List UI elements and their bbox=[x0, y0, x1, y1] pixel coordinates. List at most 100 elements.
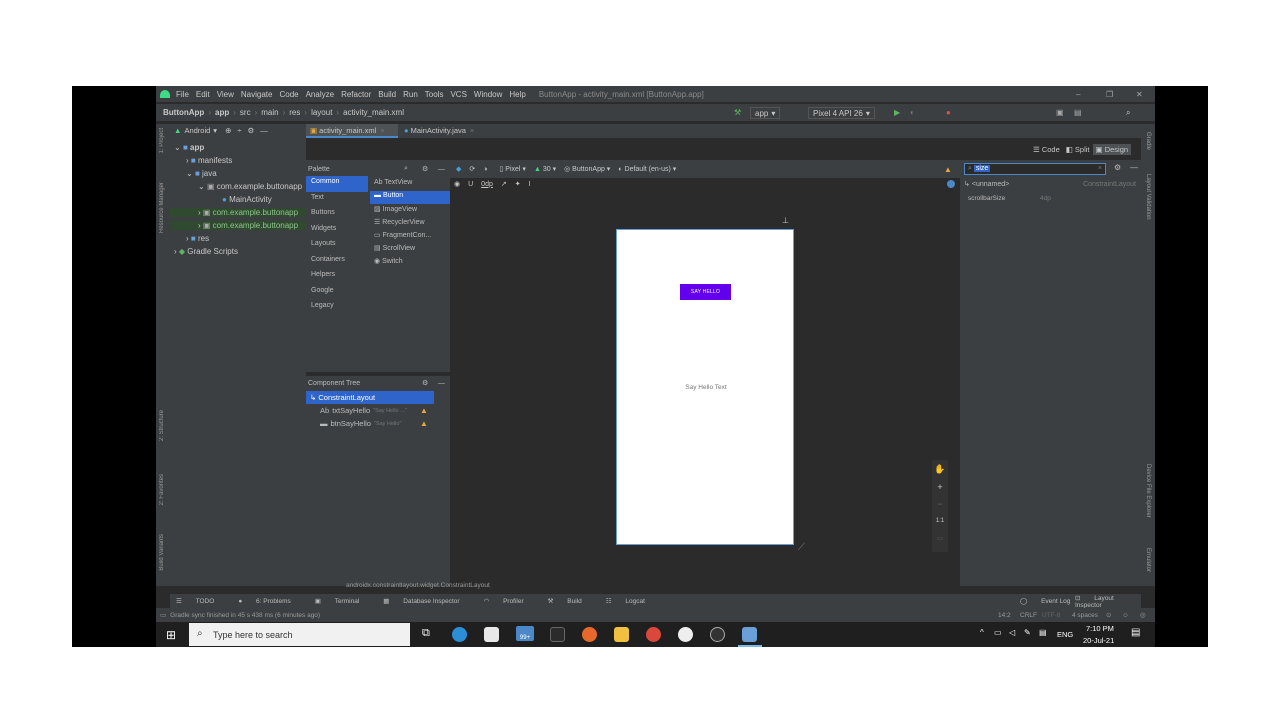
component-tree-hide-icon[interactable]: — bbox=[438, 380, 445, 387]
palette-category-containers[interactable]: Containers bbox=[306, 254, 368, 270]
locale-selector[interactable]: ◐ Default (en-us) ▾ bbox=[618, 165, 676, 173]
palette-category-common[interactable]: Common bbox=[306, 176, 368, 192]
device-file-explorer-tool-tab[interactable]: Device File Explorer bbox=[1145, 464, 1151, 518]
warning-icon[interactable]: ▲ bbox=[944, 165, 952, 174]
zoom-actual-button[interactable]: 1:1 bbox=[932, 512, 948, 530]
layout-validation-tool-tab[interactable]: Layout Validation bbox=[1145, 174, 1151, 220]
palette-widget-textview[interactable]: Ab TextView bbox=[370, 178, 450, 191]
language-indicator[interactable]: ENG bbox=[1057, 630, 1073, 639]
menu-run[interactable]: Run bbox=[403, 90, 418, 99]
attribute-value[interactable]: 4dp bbox=[1040, 195, 1051, 202]
indent-setting[interactable]: 4 spaces bbox=[1072, 612, 1098, 619]
hammer-icon[interactable]: ⚒ bbox=[734, 108, 741, 117]
tab-activity-main[interactable]: ▣ activity_main.xml × bbox=[306, 124, 398, 138]
debug-icon[interactable]: ◐ bbox=[910, 108, 915, 117]
palette-widget-imageview[interactable]: ▨ ImageView bbox=[370, 204, 450, 217]
inspector-status-icon[interactable]: ☺ bbox=[1122, 612, 1129, 619]
mail-icon[interactable]: 99+ bbox=[516, 626, 534, 641]
component-breadcrumb[interactable]: androidx.constraintlayout.widget.Constra… bbox=[346, 582, 490, 589]
warning-icon[interactable]: ▲ bbox=[420, 406, 428, 415]
palette-hide-icon[interactable]: — bbox=[438, 166, 445, 173]
file-explorer-icon[interactable] bbox=[614, 627, 629, 642]
api-selector[interactable]: ▲ 30 ▾ bbox=[534, 165, 556, 173]
taskbar-time[interactable]: 7:10 PM bbox=[1086, 624, 1114, 633]
obs-icon[interactable] bbox=[710, 627, 725, 642]
palette-category-buttons[interactable]: Buttons bbox=[306, 207, 368, 223]
palette-category-legacy[interactable]: Legacy bbox=[306, 300, 368, 316]
breadcrumb-src[interactable]: src bbox=[240, 108, 251, 117]
split-mode-button[interactable]: ◧ Split bbox=[1063, 144, 1093, 155]
volume-icon[interactable]: ◁ bbox=[1009, 628, 1015, 637]
database-inspector-tab[interactable]: ▦ Database Inspector bbox=[383, 597, 471, 605]
maximize-icon[interactable]: ❐ bbox=[1106, 90, 1113, 99]
warning-icon[interactable]: ▲ bbox=[420, 419, 428, 428]
build-tab[interactable]: ⚒ Build bbox=[548, 597, 594, 605]
minimize-icon[interactable]: – bbox=[1076, 90, 1080, 99]
palette-category-google[interactable]: Google bbox=[306, 285, 368, 301]
sdk-manager-icon[interactable]: ▣ bbox=[1056, 108, 1064, 117]
menu-refactor[interactable]: Refactor bbox=[341, 90, 371, 99]
search-everywhere-icon[interactable]: ⌕ bbox=[1126, 108, 1130, 118]
component-tree-item-txtsayhello[interactable]: Ab txtSayHello "Say Hello ..." ▲ bbox=[320, 404, 434, 417]
info-icon[interactable] bbox=[947, 180, 955, 188]
tree-item-manifests[interactable]: › ■ manifests bbox=[186, 156, 232, 165]
chrome-icon[interactable] bbox=[646, 627, 661, 642]
palette-category-layouts[interactable]: Layouts bbox=[306, 238, 368, 254]
todo-tab[interactable]: ☰ TODO bbox=[176, 597, 226, 605]
project-view-selector[interactable]: ▲ Android ▾ ⊕ ÷ ⚙ — bbox=[174, 126, 268, 135]
say-hello-text-preview[interactable]: Say Hello Text bbox=[617, 384, 795, 391]
palette-search-icon[interactable]: ⌕ bbox=[404, 165, 408, 173]
tab-mainactivity-java[interactable]: ● MainActivity.java × bbox=[400, 124, 490, 138]
code-mode-button[interactable]: ☰ Code bbox=[1030, 144, 1063, 155]
tree-item-res[interactable]: › ■ res bbox=[186, 234, 209, 243]
breadcrumb-app[interactable]: app bbox=[215, 108, 229, 117]
close-icon[interactable]: ✕ bbox=[1136, 90, 1143, 99]
avd-manager-icon[interactable]: ▤ bbox=[1074, 108, 1082, 117]
device-dropdown[interactable]: Pixel 4 API 26 ▾ bbox=[808, 107, 875, 119]
zoom-in-button[interactable]: + bbox=[932, 478, 948, 496]
structure-tool-tab[interactable]: 2: Structure bbox=[159, 410, 165, 441]
palette-category-widgets[interactable]: Widgets bbox=[306, 223, 368, 239]
palette-widget-scrollview[interactable]: ▤ ScrollView bbox=[370, 243, 450, 256]
app-icon[interactable] bbox=[678, 627, 693, 642]
tree-item-java[interactable]: ⌄ ■ java bbox=[186, 169, 217, 178]
attributes-hide-icon[interactable]: — bbox=[1130, 163, 1138, 172]
pan-icon[interactable]: ✋ bbox=[932, 460, 948, 478]
palette-category-text[interactable]: Text bbox=[306, 192, 368, 208]
night-mode-icon[interactable]: ◑ bbox=[483, 166, 487, 173]
menu-build[interactable]: Build bbox=[378, 90, 396, 99]
breadcrumb-project[interactable]: ButtonApp bbox=[163, 108, 204, 117]
logcat-tab[interactable]: ☷ Logcat bbox=[606, 597, 657, 605]
pen-icon[interactable]: ✎ bbox=[1024, 628, 1031, 637]
palette-settings-icon[interactable]: ⚙ bbox=[422, 165, 428, 173]
palette-widget-button[interactable]: ▬ Button bbox=[370, 191, 450, 204]
line-separator[interactable]: CRLF bbox=[1020, 612, 1037, 619]
clear-constraints-icon[interactable]: ↗ bbox=[501, 180, 507, 188]
build-variants-tool-tab[interactable]: Build Variants bbox=[159, 534, 165, 571]
resize-handle-icon[interactable]: ⟋ bbox=[798, 542, 805, 553]
stop-icon[interactable]: ● bbox=[946, 108, 951, 117]
hide-panel-icon[interactable]: — bbox=[260, 126, 268, 135]
phone-preview[interactable]: SAY HELLO Say Hello Text bbox=[616, 229, 794, 545]
component-tree-settings-icon[interactable]: ⚙ bbox=[422, 379, 428, 387]
magnet-icon[interactable]: U bbox=[468, 181, 473, 188]
menu-edit[interactable]: Edit bbox=[196, 90, 210, 99]
attributes-settings-icon[interactable]: ⚙ bbox=[1114, 163, 1121, 172]
attribute-search-field[interactable]: ⌕ size × bbox=[964, 163, 1106, 175]
task-view-icon[interactable]: ⧉ bbox=[422, 627, 430, 640]
favorites-tool-tab[interactable]: 2: Favorites bbox=[159, 474, 165, 505]
event-log-tab[interactable]: ◯ Event Log bbox=[1020, 597, 1082, 605]
caret-position[interactable]: 14:2 bbox=[998, 612, 1011, 619]
component-tree-root[interactable]: ↳ ConstraintLayout bbox=[306, 391, 434, 404]
menu-view[interactable]: View bbox=[217, 90, 234, 99]
menu-code[interactable]: Code bbox=[279, 90, 298, 99]
pin-icon[interactable]: ⊥ bbox=[782, 216, 789, 225]
keyboard-icon[interactable]: ▤ bbox=[1039, 628, 1047, 637]
store-icon[interactable] bbox=[484, 627, 499, 642]
menu-analyze[interactable]: Analyze bbox=[306, 90, 334, 99]
attribute-row-scrollbarsize[interactable]: scrollbarSize 4dp bbox=[968, 195, 1138, 202]
layout-inspector-tab[interactable]: ⊡ Layout Inspector bbox=[1075, 594, 1141, 609]
design-mode-button[interactable]: ▣ Design bbox=[1092, 143, 1132, 155]
breadcrumb-res[interactable]: res bbox=[289, 108, 300, 117]
project-tool-tab[interactable]: 1: Project bbox=[159, 128, 165, 153]
